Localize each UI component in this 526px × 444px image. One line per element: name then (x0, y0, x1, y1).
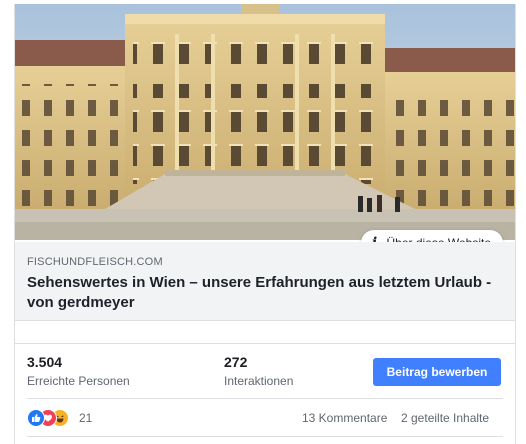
reach-stat[interactable]: 3.504 Erreichte Personen (27, 354, 130, 388)
promote-post-button[interactable]: Beitrag bewerben (373, 358, 501, 386)
engagement-value: 272 (224, 354, 248, 370)
like-icon (27, 409, 45, 427)
shares-count-link[interactable]: 2 geteilte Inhalte (401, 411, 489, 425)
reach-value: 3.504 (27, 354, 63, 370)
schoenbrunn-palace-image (15, 4, 515, 240)
divider (27, 398, 503, 399)
section-spacer (15, 321, 515, 344)
engagement-label: Interaktionen (224, 374, 294, 388)
reactions-row: 21 13 Kommentare 2 geteilte Inhalte (15, 404, 515, 432)
post-card: i Über diese Website FISCHUNDFLEISCH.COM… (14, 4, 516, 444)
reach-label: Erreichte Personen (27, 374, 130, 388)
reaction-count[interactable]: 21 (79, 411, 92, 425)
engagement-stat[interactable]: 272 Interaktionen (224, 354, 293, 388)
link-headline[interactable]: Sehenswertes in Wien – unsere Erfahrunge… (27, 273, 497, 313)
link-preview-image[interactable] (15, 4, 515, 240)
link-preview-caption[interactable]: FISCHUNDFLEISCH.COM Sehenswertes in Wien… (15, 242, 515, 321)
post-insights: 3.504 Erreichte Personen 272 Interaktion… (15, 344, 515, 396)
divider (27, 436, 503, 437)
link-domain: FISCHUNDFLEISCH.COM (27, 256, 163, 268)
comments-count-link[interactable]: 13 Kommentare (302, 411, 387, 425)
